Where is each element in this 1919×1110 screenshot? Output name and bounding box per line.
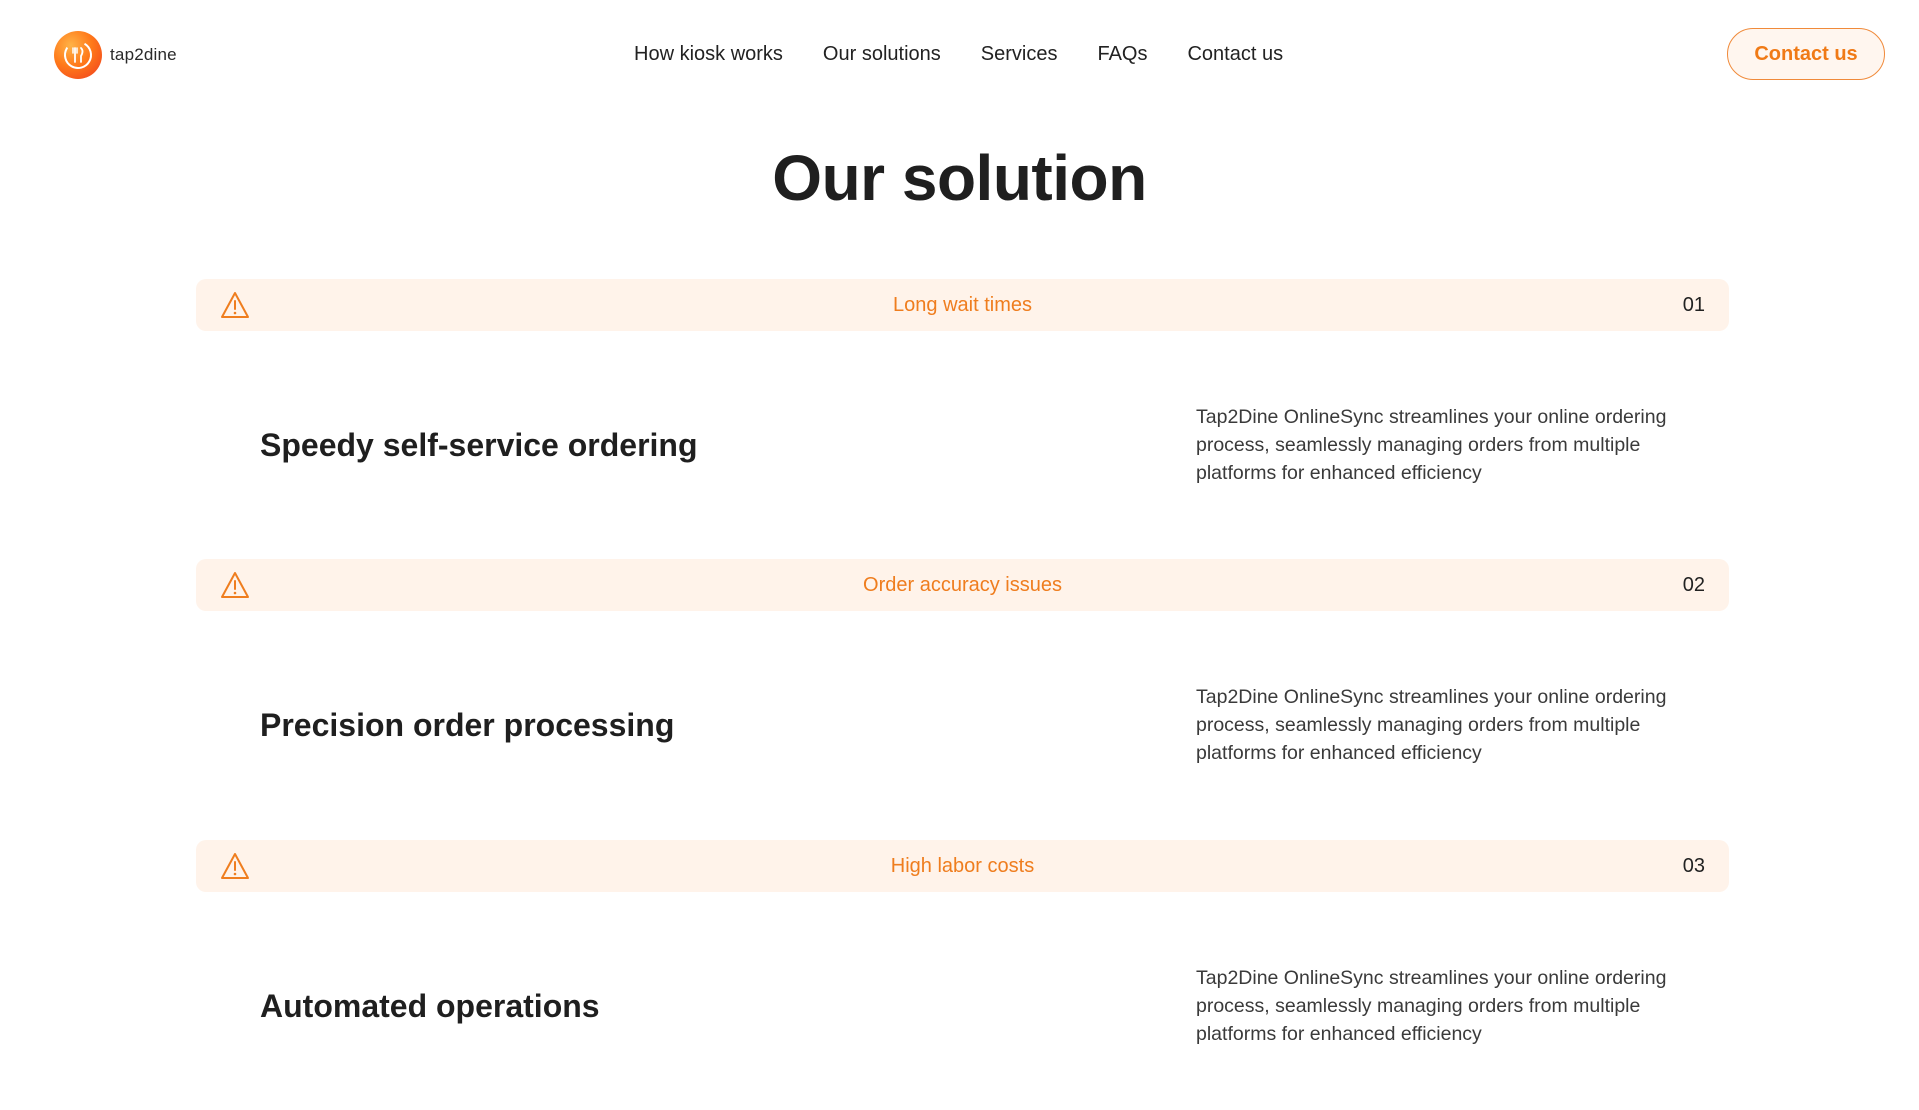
logo-text: tap2dine bbox=[110, 45, 177, 64]
problem-number: 01 bbox=[1682, 294, 1705, 316]
problem-bar: Long wait times 01 bbox=[196, 279, 1729, 331]
solution-description: Tap2Dine OnlineSync streamlines your onl… bbox=[1196, 686, 1667, 764]
nav-faqs[interactable]: FAQs bbox=[1097, 41, 1147, 67]
main-nav: How kiosk works Our solutions Services F… bbox=[634, 41, 1283, 67]
site-header: tap2dine How kiosk works Our solutions S… bbox=[0, 0, 1919, 110]
problem-label: Order accuracy issues bbox=[863, 574, 1062, 596]
nav-how-kiosk-works[interactable]: How kiosk works bbox=[634, 41, 783, 67]
contact-us-button[interactable]: Contact us bbox=[1727, 28, 1885, 80]
nav-our-solutions[interactable]: Our solutions bbox=[823, 41, 941, 67]
nav-services[interactable]: Services bbox=[981, 41, 1058, 67]
problem-bar: Order accuracy issues 02 bbox=[196, 559, 1729, 611]
page: tap2dine How kiosk works Our solutions S… bbox=[0, 0, 1919, 1110]
problem-number: 02 bbox=[1682, 574, 1705, 596]
solution-title: Automated operations bbox=[260, 988, 600, 1024]
section-title: Our solution bbox=[772, 142, 1147, 214]
warning-triangle-icon bbox=[221, 292, 249, 318]
fork-knife-icon bbox=[54, 31, 102, 79]
warning-triangle-icon bbox=[221, 853, 249, 879]
solution-description: Tap2Dine OnlineSync streamlines your onl… bbox=[1196, 967, 1667, 1045]
problem-label: Long wait times bbox=[893, 294, 1032, 316]
logo-link[interactable]: tap2dine bbox=[54, 31, 177, 79]
problem-number: 03 bbox=[1682, 855, 1705, 877]
solution-title: Precision order processing bbox=[260, 707, 675, 743]
solution-description: Tap2Dine OnlineSync streamlines your onl… bbox=[1196, 406, 1667, 484]
problem-bar: High labor costs 03 bbox=[196, 840, 1729, 892]
nav-contact-us[interactable]: Contact us bbox=[1187, 41, 1283, 67]
problem-label: High labor costs bbox=[890, 855, 1035, 877]
warning-triangle-icon bbox=[221, 572, 249, 598]
solution-title: Speedy self-service ordering bbox=[260, 427, 698, 463]
